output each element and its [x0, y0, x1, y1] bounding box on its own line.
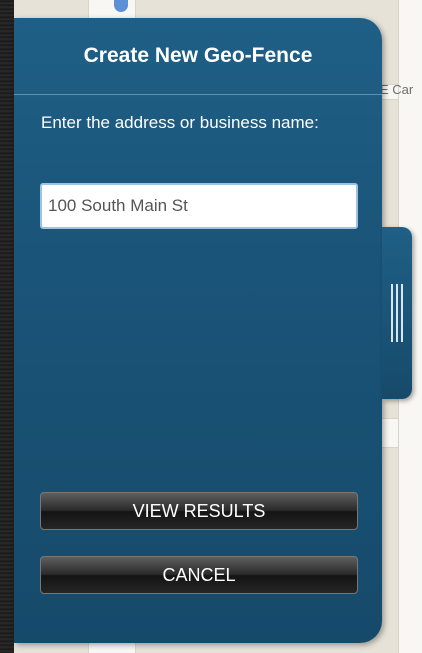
geo-fence-panel: Create New Geo-Fence Enter the address o…: [14, 18, 382, 643]
view-results-button[interactable]: VIEW RESULTS: [40, 492, 358, 530]
map-edge-border: [0, 0, 14, 653]
geo-fence-screen: E Car ge Create New Geo-Fence Enter the …: [0, 0, 422, 653]
title-divider: [14, 94, 382, 95]
drawer-handle[interactable]: [382, 227, 412, 399]
grip-lines-icon: [389, 284, 405, 342]
address-prompt-label: Enter the address or business name:: [41, 113, 319, 132]
cancel-button[interactable]: CANCEL: [40, 556, 358, 594]
panel-title: Create New Geo-Fence: [83, 44, 313, 67]
address-input[interactable]: [40, 183, 358, 229]
map-street-label: E Car: [380, 82, 414, 97]
